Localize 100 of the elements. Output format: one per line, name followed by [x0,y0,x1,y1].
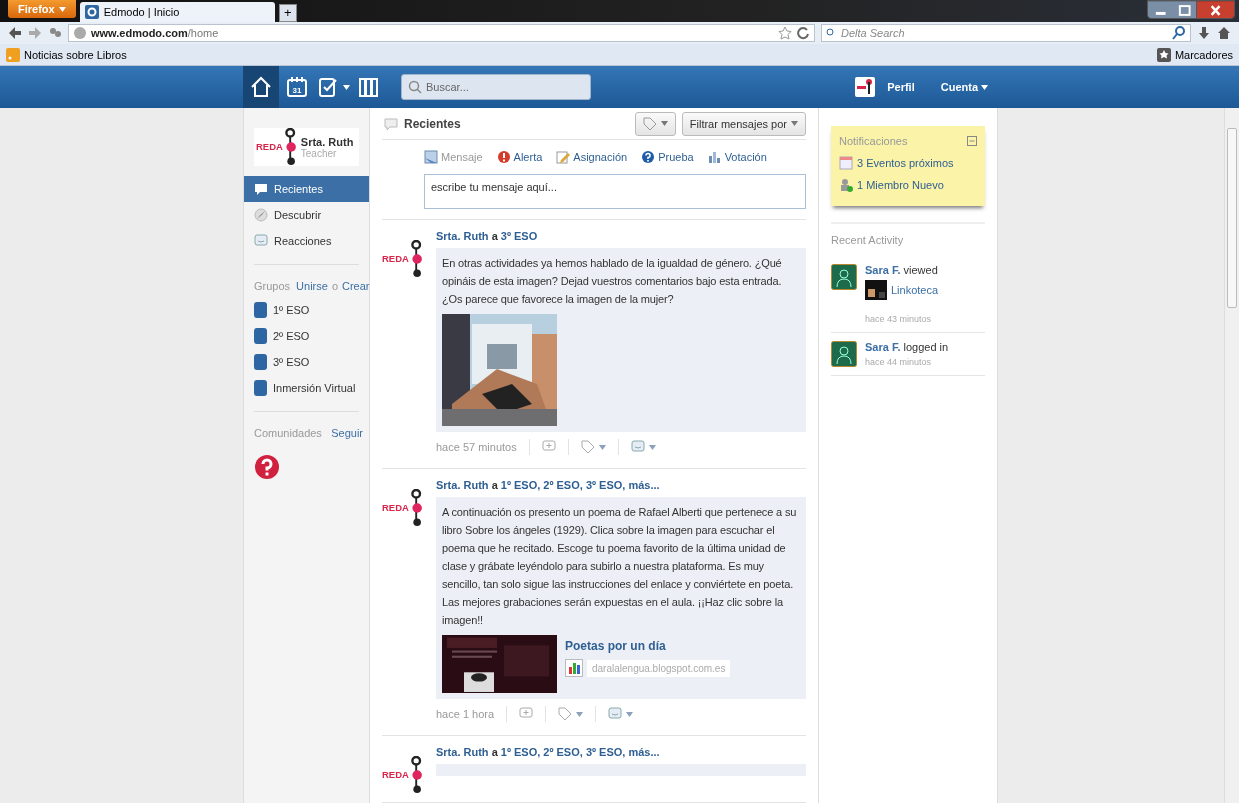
user-card[interactable]: REDA Srta. Ruth Teacher [254,128,359,166]
note-icon [424,150,438,164]
sidebar-item[interactable]: Descubrir [244,202,369,228]
recent-activity-heading: Recent Activity [831,222,985,246]
caret-icon [58,6,66,12]
communities-heading: Comunidades [254,427,322,439]
post-text: En otras actividades ya hemos hablado de la igualdad de género. ¿Qué opináis de esta imagen? Dejad vuestros comentarios bajo esta entrada. ¿Os parece que favorece la imagen de la mujer? [442,256,783,307]
minimize-icon [1148,1,1174,18]
composer-tab[interactable]: Asignación [556,150,628,164]
caret-icon [342,84,350,90]
speech-bubble-icon [384,116,398,131]
home-icon [1217,26,1231,40]
caret-icon [791,121,798,126]
activity-time: hace 43 minutos [865,314,933,324]
bookmarks-menu[interactable]: Marcadores [1174,48,1233,61]
group-item[interactable]: 1º ESO [244,297,369,323]
search-placeholder: Delta Search [841,27,905,39]
group-item[interactable]: 3º ESO [244,349,369,375]
checklist-icon [316,76,339,98]
follow-link[interactable]: Seguir [331,427,363,439]
web-search-field[interactable]: Delta Search [821,24,1191,42]
help-icon [254,454,280,480]
search-placeholder: Buscar... [426,81,469,93]
smile-icon [254,234,268,248]
nav-button[interactable]: 31 [279,66,315,108]
profile-avatar [855,77,876,97]
tag-filter-button[interactable] [634,111,676,136]
profile-link[interactable]: Perfil [887,81,915,93]
message-input[interactable]: escribe tu mensaje aquí... [424,174,806,209]
connector-text: o [331,280,338,292]
group-item[interactable]: 2º ESO [244,323,369,349]
tag-icon [558,707,573,721]
collapse-icon [967,136,977,146]
user-name: Srta. Ruth [300,135,354,148]
scrollbar-thumb[interactable] [1227,128,1237,308]
activity-link[interactable]: Linkoteca [891,284,939,296]
feed-title: Recientes [404,116,462,131]
post-header: Srta. Ruth a 1º ESO, 2º ESO, 3º ESO, más... [436,479,661,493]
user-role: Teacher [300,147,338,159]
caret-icon [660,121,668,126]
caret-icon [576,711,584,717]
home-icon [250,76,272,98]
filter-button[interactable]: Filtrar mensajes por [681,111,806,136]
tag-icon [580,440,595,454]
reload-icon [796,26,810,40]
tag-icon [642,116,657,131]
user-avatar [831,341,857,367]
member-icon [839,178,853,192]
post-header: Srta. Ruth a 3º ESO [436,230,539,244]
sidebar-item[interactable]: Reacciones [244,228,369,254]
globe-icon [73,26,87,40]
sidebar-item[interactable]: Recientes [244,176,369,202]
download-icon [1197,26,1211,40]
address-bar[interactable]: www.edmodo.com/home [68,24,815,42]
smile-icon [630,440,645,454]
search-field[interactable]: Buscar... [401,74,591,100]
question-icon [641,150,656,164]
post-time: hace 57 minutos [436,441,517,453]
post-time: hace 1 hora [436,708,495,720]
rss-icon [6,47,20,62]
composer-tab[interactable]: Votación [707,150,767,164]
activity-text: Sara F. logged in [865,341,949,353]
notification-item[interactable]: 3 Eventos próximos [839,154,977,172]
nav-button[interactable] [243,66,279,108]
close-icon [1196,1,1234,18]
composer-tab[interactable]: Alerta [496,150,543,164]
group-item[interactable]: Inmersión Virtual [244,375,369,401]
browser-tab[interactable]: Edmodo | Inicio [79,2,275,22]
post-header: Srta. Ruth a 1º ESO, 2º ESO, 3º ESO, más... [436,746,661,760]
back-icon [8,26,22,40]
books-icon [358,76,380,98]
site-icon [84,5,99,19]
activity-text: Sara F. viewed [865,264,939,276]
chart-icon [565,659,583,677]
link-domain: daralalengua.blogspot.com.es [587,659,731,677]
calendar-icon [839,156,853,170]
link-title[interactable]: Poetas por un día [565,639,731,653]
activity-time: hace 44 minutos [865,357,933,367]
new-tab-button[interactable]: + [278,4,297,22]
account-menu[interactable]: Cuenta [940,81,988,93]
alert-icon [496,150,511,164]
join-link[interactable]: Unirse [296,280,328,292]
smile-icon [608,707,623,721]
notification-item[interactable]: 1 Miembro Nuevo [839,176,977,194]
caret-icon [598,444,606,450]
user-avatar [831,264,857,290]
pencil-paper-icon [556,150,571,164]
composer-tab[interactable]: Prueba [641,150,694,164]
create-link[interactable]: Crear [342,280,370,292]
speech-bubble-icon [254,182,268,196]
caret-icon [981,84,988,90]
star-icon [778,26,792,40]
compass-icon [254,208,268,222]
calendar-icon: 31 [286,76,308,98]
window-controls[interactable] [1147,0,1235,19]
bookmark-link[interactable]: Noticias sobre Libros [24,48,127,61]
forward-icon [28,26,42,40]
comment-icon [519,707,534,721]
comment-icon [541,440,556,454]
bar-chart-icon [707,150,722,164]
